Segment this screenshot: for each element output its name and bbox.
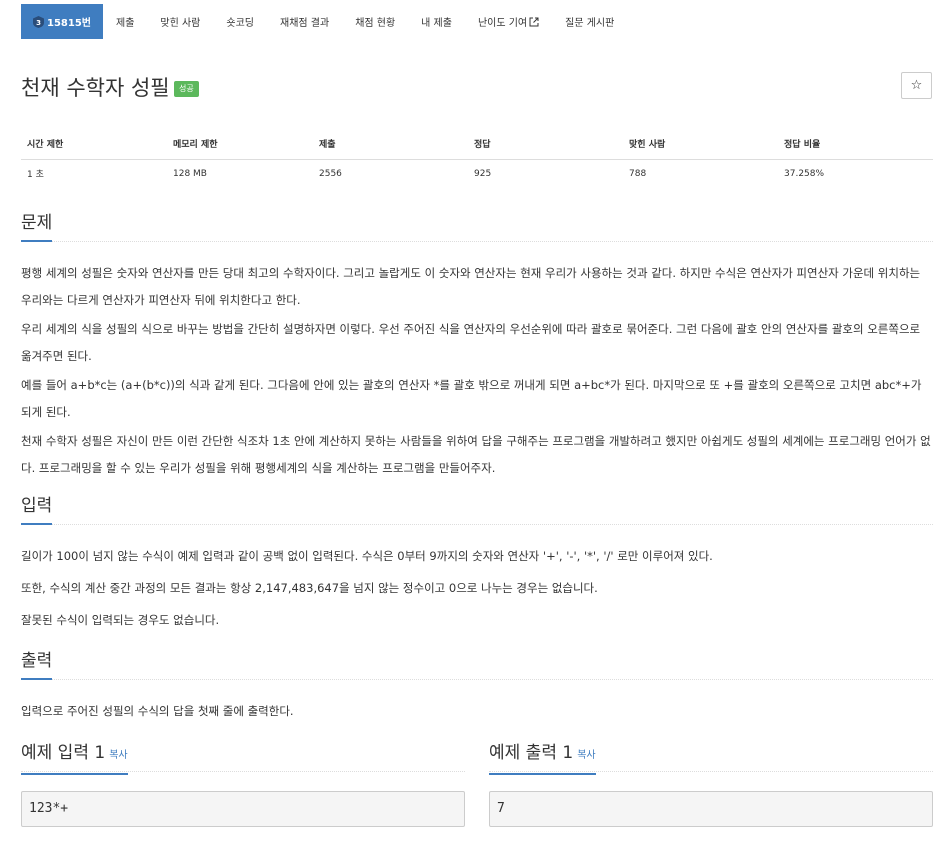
value-solved-users: 788	[629, 168, 647, 179]
tab-board[interactable]: 질문 게시판	[552, 4, 627, 39]
problem-heading: 문제	[21, 212, 53, 242]
value-accept-ratio: 37.258%	[784, 168, 825, 179]
problem-section-header: 문제	[21, 212, 933, 242]
tab-my-submissions[interactable]: 내 제출	[408, 4, 465, 39]
table-header-row: 시간 제한 메모리 제한 제출 정답 맞힌 사람 정답 비율	[21, 128, 933, 160]
problem-paragraph: 천재 수학자 성필은 자신이 만든 이런 간단한 식조차 1초 안에 계산하지 …	[21, 434, 931, 475]
output-heading: 출력	[21, 650, 53, 680]
problem-info-table: 시간 제한 메모리 제한 제출 정답 맞힌 사람 정답 비율 1 초 128 M…	[21, 128, 933, 188]
tab-submit[interactable]: 제출	[103, 4, 147, 39]
problem-id: 15815번	[47, 18, 91, 29]
status-badge: 성공	[174, 81, 199, 97]
star-icon: ☆	[910, 78, 923, 93]
tab-difficulty-label: 난이도 기여	[477, 18, 528, 29]
sample-input-heading: 예제 입력 1 복사	[21, 742, 128, 775]
page-title: 천재 수학자 성필	[21, 76, 170, 100]
input-heading: 입력	[21, 495, 53, 525]
external-link-icon	[529, 17, 539, 27]
copy-output-button[interactable]: 복사	[577, 750, 595, 761]
problem-paragraph: 예를 들어 a+b*c는 (a+(b*c))의 식과 같게 된다. 그다음에 안…	[21, 378, 922, 419]
tab-short-coding[interactable]: 숏코딩	[213, 4, 267, 39]
table-row: 1 초 128 MB 2556 925 788 37.258%	[21, 159, 933, 188]
problem-paragraph: 평행 세계의 성필은 숫자와 연산자를 만든 당대 최고의 수학자이다. 그리고…	[21, 266, 921, 307]
problem-paragraph: 우리 세계의 식을 성필의 식으로 바꾸는 방법을 간단히 설명하자면 이렇다.…	[21, 322, 921, 363]
tier-number: 3	[36, 19, 41, 27]
star-button[interactable]: ☆	[901, 72, 932, 99]
input-paragraph: 잘못된 수식이 입력되는 경우도 없습니다.	[21, 613, 220, 627]
value-accepted: 925	[474, 168, 492, 179]
input-paragraph: 길이가 100이 넘지 않는 수식이 예제 입력과 같이 공백 없이 입력된다.…	[21, 549, 713, 563]
sample-output-title: 예제 출력 1	[489, 743, 574, 763]
header-time-limit: 시간 제한	[21, 128, 167, 160]
tier-badge-icon: 3	[33, 15, 44, 28]
header-accept-ratio: 정답 비율	[778, 128, 933, 160]
sample-input-box[interactable]: 123*+	[21, 791, 465, 827]
header-accepted: 정답	[468, 128, 623, 160]
title-row: 천재 수학자 성필 성공 ☆	[21, 68, 932, 104]
header-submissions: 제출	[313, 128, 468, 160]
input-paragraph: 또한, 수식의 계산 중간 과정의 모든 결과는 항상 2,147,483,64…	[21, 581, 598, 595]
input-section-header: 입력	[21, 495, 933, 525]
sample-output-box[interactable]: 7	[489, 791, 933, 827]
output-section-header: 출력	[21, 650, 933, 680]
output-paragraph: 입력으로 주어진 성필의 수식의 답을 첫째 줄에 출력한다.	[21, 704, 294, 718]
tab-difficulty[interactable]: 난이도 기여	[465, 4, 552, 39]
tab-judge-status[interactable]: 채점 현황	[342, 4, 408, 39]
copy-input-button[interactable]: 복사	[109, 750, 127, 761]
problem-nav: 3 15815번 제출 맞힌 사람 숏코딩 재채점 결과 채점 현황 내 제출 …	[21, 4, 627, 39]
sample-input-header: 예제 입력 1 복사	[21, 742, 465, 775]
sample-output-header: 예제 출력 1 복사	[489, 742, 933, 775]
tab-rejudge[interactable]: 재채점 결과	[267, 4, 342, 39]
value-memory-limit: 128 MB	[173, 168, 207, 179]
header-solved-users: 맞힌 사람	[623, 128, 778, 160]
sample-input-title: 예제 입력 1	[21, 743, 106, 763]
tab-solved-users[interactable]: 맞힌 사람	[147, 4, 213, 39]
sample-output-heading: 예제 출력 1 복사	[489, 742, 596, 775]
value-time-limit: 1 초	[27, 170, 44, 181]
tab-problem[interactable]: 3 15815번	[21, 4, 103, 39]
header-memory-limit: 메모리 제한	[167, 128, 313, 160]
value-submissions: 2556	[319, 168, 342, 179]
